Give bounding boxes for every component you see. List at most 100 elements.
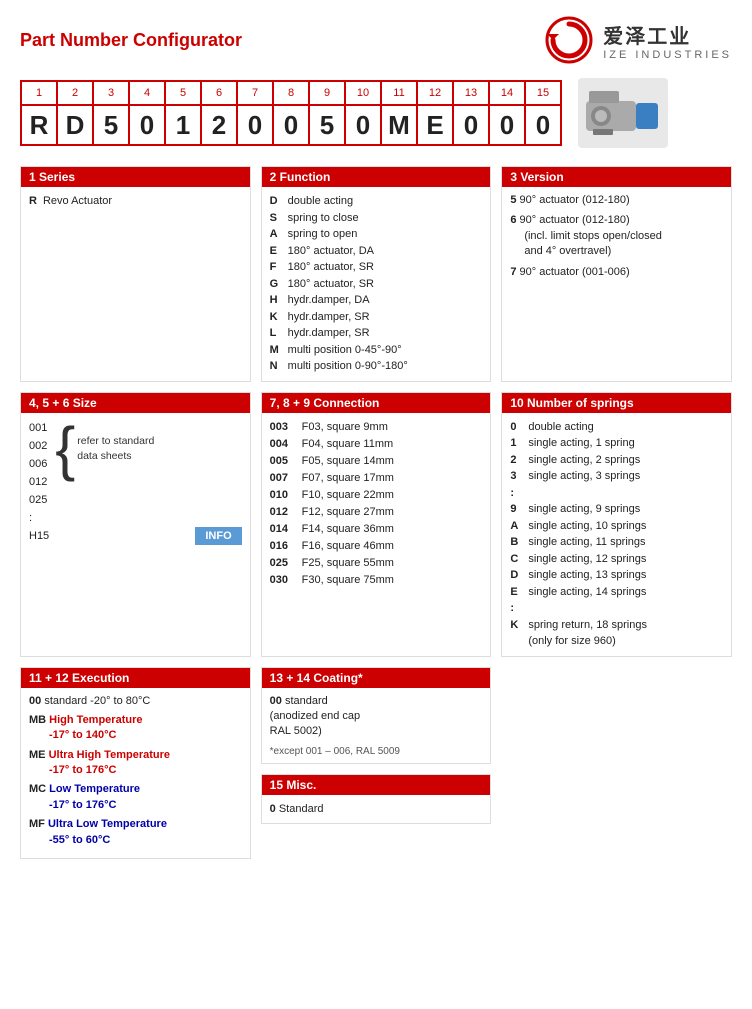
position-cell-14: 14 xyxy=(489,81,525,105)
list-item: Dsingle acting, 13 springs xyxy=(510,567,723,584)
row1-sections: 1 Series RRevo Actuator 2 Function Ddoub… xyxy=(20,166,732,382)
desc: single acting, 10 springs xyxy=(528,518,646,535)
code: C xyxy=(510,551,522,568)
exec-code: MC xyxy=(29,783,46,795)
desc: F16, square 46mm xyxy=(302,538,394,555)
desc: double acting xyxy=(528,419,593,436)
version-item: 7 90° actuator (001-006) xyxy=(510,265,723,280)
list-item: Ddouble acting xyxy=(270,193,483,210)
exec-item: ME Ultra High Temperature-17° to 176°C xyxy=(29,748,242,779)
desc: 180° actuator, SR xyxy=(288,276,374,293)
code: 2 xyxy=(510,452,522,469)
code: 014 xyxy=(270,521,296,538)
desc: F05, square 14mm xyxy=(302,453,394,470)
size-content: 001002006012025:H15 { refer to standardd… xyxy=(29,419,242,546)
list-item: 9single acting, 9 springs xyxy=(510,501,723,518)
desc: single acting, 1 spring xyxy=(528,435,634,452)
refer-text: refer to standarddata sheets xyxy=(77,434,154,463)
list-item: Aspring to open xyxy=(270,226,483,243)
header: Part Number Configurator 爱泽工业 IZE INDUST… xyxy=(20,16,732,64)
desc: F04, square 11mm xyxy=(302,436,394,453)
section-series: 1 Series RRevo Actuator xyxy=(20,166,251,382)
colon-symbol: : xyxy=(510,600,522,617)
list-item: Mmulti position 0-45°-90° xyxy=(270,342,483,359)
coating-note: *except 001 – 006, RAL 5009 xyxy=(270,746,483,757)
desc: single acting, 14 springs xyxy=(528,584,646,601)
position-cell-11: 11 xyxy=(381,81,417,105)
section-connection: 7, 8 + 9 Connection 003F03, square 9mm00… xyxy=(261,392,492,657)
exec-item: MB High Temperature-17° to 140°C xyxy=(29,713,242,744)
section-function-header: 2 Function xyxy=(262,167,491,187)
section-function: 2 Function Ddouble actingSspring to clos… xyxy=(261,166,492,382)
position-cell-13: 13 xyxy=(453,81,489,105)
char-cell-7: 0 xyxy=(237,105,273,145)
code: M xyxy=(270,342,282,359)
list-item: 003F03, square 9mm xyxy=(270,419,483,436)
middle-col: 13 + 14 Coating* 00 standard(anodized en… xyxy=(261,667,492,860)
desc: multi position 0-90°-180° xyxy=(288,358,408,375)
misc-item: 0 Standard xyxy=(270,801,483,818)
part-number-chars-row: RD50120050ME000 xyxy=(21,105,561,145)
list-item: 010 F10, square 22mm xyxy=(270,487,483,504)
desc: F10, square 22mm xyxy=(302,487,394,504)
info-button[interactable]: INFO xyxy=(195,527,241,545)
section-version-body: 5 90° actuator (012-180)6 90° actuator (… xyxy=(502,187,731,291)
char-cell-1: R xyxy=(21,105,57,145)
brand-logo: 爱泽工业 IZE INDUSTRIES xyxy=(545,16,732,64)
size-list: 001002006012025:H15 xyxy=(29,419,49,546)
code: 003 xyxy=(270,419,296,436)
code: K xyxy=(510,617,522,650)
exec-desc-cont: -55° to 60°C xyxy=(49,834,110,846)
code: 007 xyxy=(270,470,296,487)
code: 030 xyxy=(270,572,296,589)
code: A xyxy=(510,518,522,535)
exec-desc: High Temperature xyxy=(49,714,142,726)
list-item: : xyxy=(510,600,723,617)
misc-desc: Standard xyxy=(279,803,324,815)
position-cell-9: 9 xyxy=(309,81,345,105)
exec-desc: Ultra Low Temperature xyxy=(48,818,167,830)
code: 1 xyxy=(510,435,522,452)
list-item: : xyxy=(510,485,723,502)
code: G xyxy=(270,276,282,293)
code: 3 xyxy=(510,468,522,485)
list-item: 007F07, square 17mm xyxy=(270,470,483,487)
product-image xyxy=(578,78,668,148)
list-item: 1 single acting, 1 spring xyxy=(510,435,723,452)
list-item: Kspring return, 18 springs(only for size… xyxy=(510,617,723,650)
code: K xyxy=(270,309,282,326)
list-item: 030F30, square 75mm xyxy=(270,572,483,589)
row2-sections: 4, 5 + 6 Size 001002006012025:H15 { refe… xyxy=(20,392,732,657)
code: R xyxy=(29,193,37,211)
coating-desc-cont: RAL 5002) xyxy=(270,725,322,737)
size-value: 002 xyxy=(29,437,49,455)
size-value: 025 xyxy=(29,491,49,509)
desc: hydr.damper, DA xyxy=(288,292,370,309)
list-item: Csingle acting, 12 springs xyxy=(510,551,723,568)
position-cell-15: 15 xyxy=(525,81,561,105)
code: H xyxy=(270,292,282,309)
list-item: 004F04, square 11mm xyxy=(270,436,483,453)
position-cell-7: 7 xyxy=(237,81,273,105)
section-springs: 10 Number of springs 0double acting1sing… xyxy=(501,392,732,657)
char-cell-2: D xyxy=(57,105,93,145)
position-cell-8: 8 xyxy=(273,81,309,105)
desc: F14, square 36mm xyxy=(302,521,394,538)
empty-col xyxy=(501,667,732,860)
code: B xyxy=(510,534,522,551)
code: D xyxy=(510,567,522,584)
desc: single acting, 3 springs xyxy=(528,468,640,485)
list-item: Esingle acting, 14 springs xyxy=(510,584,723,601)
code: 010 xyxy=(270,487,296,504)
list-item: 2single acting, 2 springs xyxy=(510,452,723,469)
position-cell-5: 5 xyxy=(165,81,201,105)
section-execution-header: 11 + 12 Execution xyxy=(21,668,250,688)
list-item: E180° actuator, DA xyxy=(270,243,483,260)
brand-icon-svg xyxy=(545,16,593,64)
section-coating-header: 13 + 14 Coating* xyxy=(262,668,491,688)
list-item: Sspring to close xyxy=(270,210,483,227)
section-springs-body: 0double acting1single acting, 1 spring2s… xyxy=(502,413,731,656)
exec-desc: Low Temperature xyxy=(49,783,140,795)
size-value: 012 xyxy=(29,473,49,491)
char-cell-12: E xyxy=(417,105,453,145)
